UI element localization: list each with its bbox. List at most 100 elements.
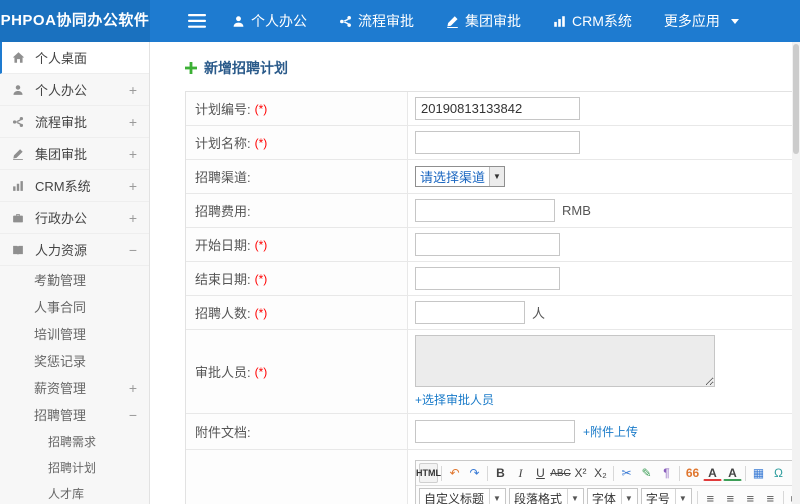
sidebar-item-recruitment-demand[interactable]: 招聘需求	[0, 428, 149, 454]
italic-button[interactable]: I	[511, 463, 530, 483]
select-approver-link[interactable]: +选择审批人员	[415, 391, 494, 408]
editor-toolbar-row2: 自定义标题 ▼ 段落格式 ▼ 字体 ▼ 字号 ▼ ≡ ≡ ≡ ≡	[416, 486, 792, 504]
required-mark: (*)	[254, 305, 268, 320]
sidebar-item-personal-office[interactable]: 个人办公 +	[0, 74, 149, 106]
bold-button[interactable]: B	[491, 463, 510, 483]
required-mark: (*)	[254, 364, 268, 379]
nav-item-more-apps[interactable]: 更多应用	[664, 11, 739, 31]
home-icon	[12, 51, 29, 64]
sidebar-item-talent-pool[interactable]: 人才库	[0, 480, 149, 504]
required-mark: (*)	[254, 135, 268, 150]
cut-icon[interactable]: ✂	[617, 463, 636, 483]
sidebar: 个人桌面 个人办公 + 流程审批 + 集团审批 + CRM系统 + 行政办公 +…	[0, 42, 150, 504]
recruitment-plan-form: 计划编号: (*) 计划名称: (*) 招聘渠道:	[185, 91, 800, 504]
sidebar-item-crm-system[interactable]: CRM系统 +	[0, 170, 149, 202]
plan-name-input[interactable]	[415, 131, 580, 154]
sidebar-item-salary-management[interactable]: 薪资管理 +	[0, 374, 149, 401]
nav-item-crm-system[interactable]: CRM系统	[553, 11, 632, 31]
expand-toggle[interactable]: +	[125, 380, 137, 396]
heading-select[interactable]: 自定义标题 ▼	[419, 488, 506, 504]
sidebar-item-personal-desktop[interactable]: 个人桌面	[0, 42, 149, 74]
approver-textarea[interactable]	[415, 335, 715, 387]
sidebar-item-training-management[interactable]: 培训管理	[0, 320, 149, 347]
book-icon	[12, 244, 29, 256]
form-row-approver: 审批人员: (*) +选择审批人员	[186, 330, 800, 414]
sidebar-item-label: CRM系统	[35, 179, 91, 194]
start-date-input[interactable]	[415, 233, 560, 256]
sidebar-item-label: 考勤管理	[34, 273, 87, 288]
sidebar-item-admin-office[interactable]: 行政办公 +	[0, 202, 149, 234]
highlight-color-button[interactable]: A	[723, 465, 742, 481]
sidebar-item-human-resources[interactable]: 人力资源 −	[0, 234, 149, 266]
font-family-select[interactable]: 字体 ▼	[586, 488, 638, 504]
scrollbar-thumb[interactable]	[793, 44, 799, 154]
underline-button[interactable]: U	[531, 463, 550, 483]
toolbar-separator	[441, 465, 442, 481]
align-right-button[interactable]: ≡	[741, 489, 760, 504]
fee-input[interactable]	[415, 199, 555, 222]
expand-toggle[interactable]: +	[125, 114, 137, 130]
sidebar-item-label: 行政办公	[35, 211, 88, 226]
page-title-text: 新增招聘计划	[204, 60, 288, 76]
table-icon[interactable]: ▦	[749, 463, 768, 483]
chevron-down-icon	[730, 18, 739, 24]
sidebar-item-attendance-management[interactable]: 考勤管理	[0, 266, 149, 293]
hr-submenu: 考勤管理 人事合同 培训管理 奖惩记录 薪资管理 + 招聘管理 −	[0, 266, 149, 428]
expand-toggle[interactable]: +	[125, 210, 137, 226]
collapse-toggle[interactable]: −	[125, 407, 137, 423]
blockquote-button[interactable]: 66	[683, 463, 702, 483]
special-char-button[interactable]: Ω	[769, 463, 788, 483]
strikethrough-button[interactable]: ABC	[550, 463, 571, 483]
sidebar-item-label: 人才库	[48, 486, 85, 501]
font-color-button[interactable]: A	[703, 465, 722, 481]
select-arrow-icon: ▼	[620, 489, 633, 504]
headcount-input[interactable]	[415, 301, 525, 324]
channel-select[interactable]: 请选择渠道 ▼	[415, 166, 506, 187]
expand-toggle[interactable]: +	[125, 178, 137, 194]
sidebar-item-recruitment-plan[interactable]: 招聘计划	[0, 454, 149, 480]
superscript-button[interactable]: X²	[571, 463, 590, 483]
collapse-toggle[interactable]: −	[125, 242, 137, 258]
sidebar-item-recruitment-management[interactable]: 招聘管理 −	[0, 401, 149, 428]
paragraph-mark-icon[interactable]: ¶	[657, 463, 676, 483]
attachment-upload-link[interactable]: +附件上传	[583, 423, 638, 440]
hamburger-menu-icon[interactable]	[188, 14, 206, 28]
align-left-button[interactable]: ≡	[701, 489, 720, 504]
end-date-input[interactable]	[415, 267, 560, 290]
sidebar-item-label: 招聘需求	[48, 434, 97, 449]
form-row-fee: 招聘费用: RMB	[186, 194, 800, 228]
sidebar-item-personnel-contract[interactable]: 人事合同	[0, 293, 149, 320]
sidebar-item-group-approval[interactable]: 集团审批 +	[0, 138, 149, 170]
nav-item-workflow-approval[interactable]: 流程审批	[339, 11, 414, 31]
nav-label: 流程审批	[358, 13, 414, 29]
align-justify-button[interactable]: ≡	[761, 489, 780, 504]
nav-item-personal-office[interactable]: 个人办公	[232, 11, 307, 31]
sidebar-item-label: 个人桌面	[35, 51, 88, 66]
sidebar-item-reward-punishment[interactable]: 奖惩记录	[0, 347, 149, 374]
subscript-button[interactable]: X₂	[591, 463, 610, 483]
channel-select-value: 请选择渠道	[420, 170, 486, 185]
expand-toggle[interactable]: +	[125, 146, 137, 162]
toolbar-separator	[679, 465, 680, 481]
align-center-button[interactable]: ≡	[721, 489, 740, 504]
expand-toggle[interactable]: +	[125, 82, 137, 98]
attachment-input[interactable]	[415, 420, 575, 443]
plan-no-input[interactable]	[415, 97, 580, 120]
undo-icon[interactable]: ↶	[445, 463, 464, 483]
label-text: 招聘费用:	[195, 204, 251, 219]
format-brush-icon[interactable]: ✎	[637, 463, 656, 483]
redo-icon[interactable]: ↷	[465, 463, 484, 483]
heading-select-value: 自定义标题	[424, 492, 485, 504]
toolbar-separator	[782, 491, 784, 504]
editor-html-button[interactable]: HTML	[416, 463, 441, 483]
nav-item-group-approval[interactable]: 集团审批	[446, 11, 521, 31]
required-mark: (*)	[254, 237, 268, 252]
nav-label: 个人办公	[251, 13, 307, 29]
top-header: PHPOA协同办公软件 个人办公 流程审批 集团审批 CRM系统 更多应用	[0, 0, 800, 42]
vertical-scrollbar[interactable]	[792, 42, 800, 504]
label-text: 招聘渠道:	[195, 170, 251, 185]
font-size-select[interactable]: 字号 ▼	[640, 488, 692, 504]
paragraph-format-select[interactable]: 段落格式 ▼	[508, 488, 584, 504]
sidebar-item-workflow-approval[interactable]: 流程审批 +	[0, 106, 149, 138]
label-text: 计划编号:	[195, 102, 251, 117]
